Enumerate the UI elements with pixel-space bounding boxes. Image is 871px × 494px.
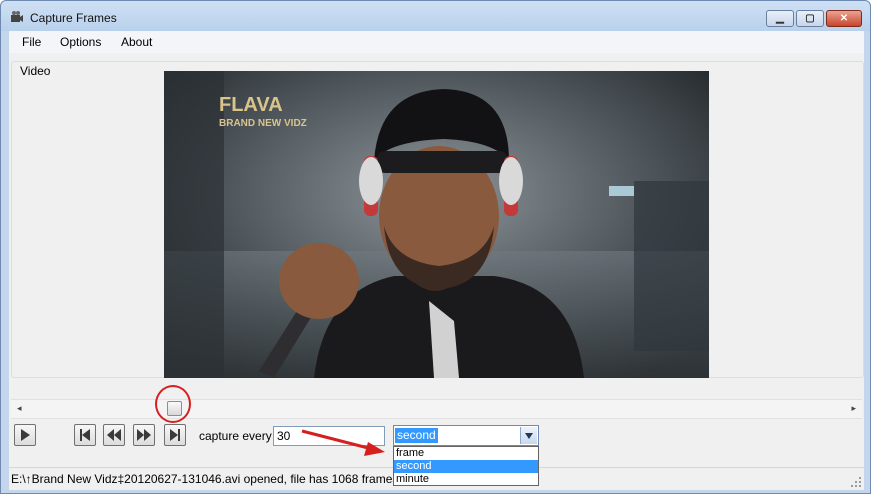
fast-forward-icon bbox=[137, 429, 151, 441]
capture-unit-selected: second bbox=[395, 428, 438, 443]
video-group-label: Video bbox=[18, 64, 53, 78]
fast-forward-button[interactable] bbox=[133, 424, 155, 446]
scroll-left-icon[interactable]: ◂ bbox=[17, 403, 22, 414]
menu-options[interactable]: Options bbox=[60, 35, 101, 49]
play-icon bbox=[21, 429, 30, 441]
film-camera-icon bbox=[11, 11, 23, 22]
first-frame-button[interactable] bbox=[74, 424, 96, 446]
main-panel: Video FLAVA BRAND NEW VIDZ ◂ ▸ capture e… bbox=[9, 53, 864, 486]
menu-about[interactable]: About bbox=[121, 35, 152, 49]
window-title: Capture Frames bbox=[30, 11, 117, 25]
skip-to-start-icon bbox=[80, 429, 90, 441]
chevron-down-icon[interactable] bbox=[520, 427, 537, 444]
scroll-right-icon[interactable]: ▸ bbox=[851, 403, 856, 414]
annotation-circle bbox=[155, 385, 191, 423]
maximize-icon: ▢ bbox=[805, 13, 815, 24]
option-second[interactable]: second bbox=[394, 460, 538, 473]
capture-every-label: capture every bbox=[199, 429, 272, 443]
menu-file[interactable]: File bbox=[22, 35, 41, 49]
minimize-icon: ▁ bbox=[776, 13, 784, 24]
skip-to-end-icon bbox=[170, 429, 180, 441]
option-frame[interactable]: frame bbox=[394, 447, 538, 460]
frame-position-slider[interactable]: ◂ ▸ bbox=[11, 399, 862, 419]
menu-bar: File Options About bbox=[9, 31, 864, 53]
title-bar: Capture Frames ▁ ▢ ✕ bbox=[1, 1, 870, 31]
minimize-button[interactable]: ▁ bbox=[766, 10, 794, 27]
status-text: E:\↑Brand New Vidz‡20120627-131046.avi o… bbox=[11, 472, 399, 486]
close-button[interactable]: ✕ bbox=[826, 10, 862, 27]
last-frame-button[interactable] bbox=[164, 424, 186, 446]
resize-grip-icon[interactable] bbox=[850, 476, 862, 488]
video-frame-image: FLAVA BRAND NEW VIDZ bbox=[164, 71, 709, 378]
capture-unit-select[interactable]: second bbox=[393, 425, 539, 446]
rewind-button[interactable] bbox=[103, 424, 125, 446]
capture-unit-dropdown: frame second minute bbox=[393, 446, 539, 486]
rewind-icon bbox=[107, 429, 121, 441]
video-preview: FLAVA BRAND NEW VIDZ bbox=[164, 71, 709, 378]
capture-interval-input[interactable] bbox=[273, 426, 385, 446]
video-overlay-title: FLAVA bbox=[219, 94, 283, 116]
close-icon: ✕ bbox=[839, 13, 849, 24]
play-button[interactable] bbox=[14, 424, 36, 446]
maximize-button[interactable]: ▢ bbox=[796, 10, 824, 27]
option-minute[interactable]: minute bbox=[394, 473, 538, 486]
video-overlay-subtitle: BRAND NEW VIDZ bbox=[219, 118, 307, 129]
app-window: Capture Frames ▁ ▢ ✕ File Options About … bbox=[0, 0, 871, 494]
